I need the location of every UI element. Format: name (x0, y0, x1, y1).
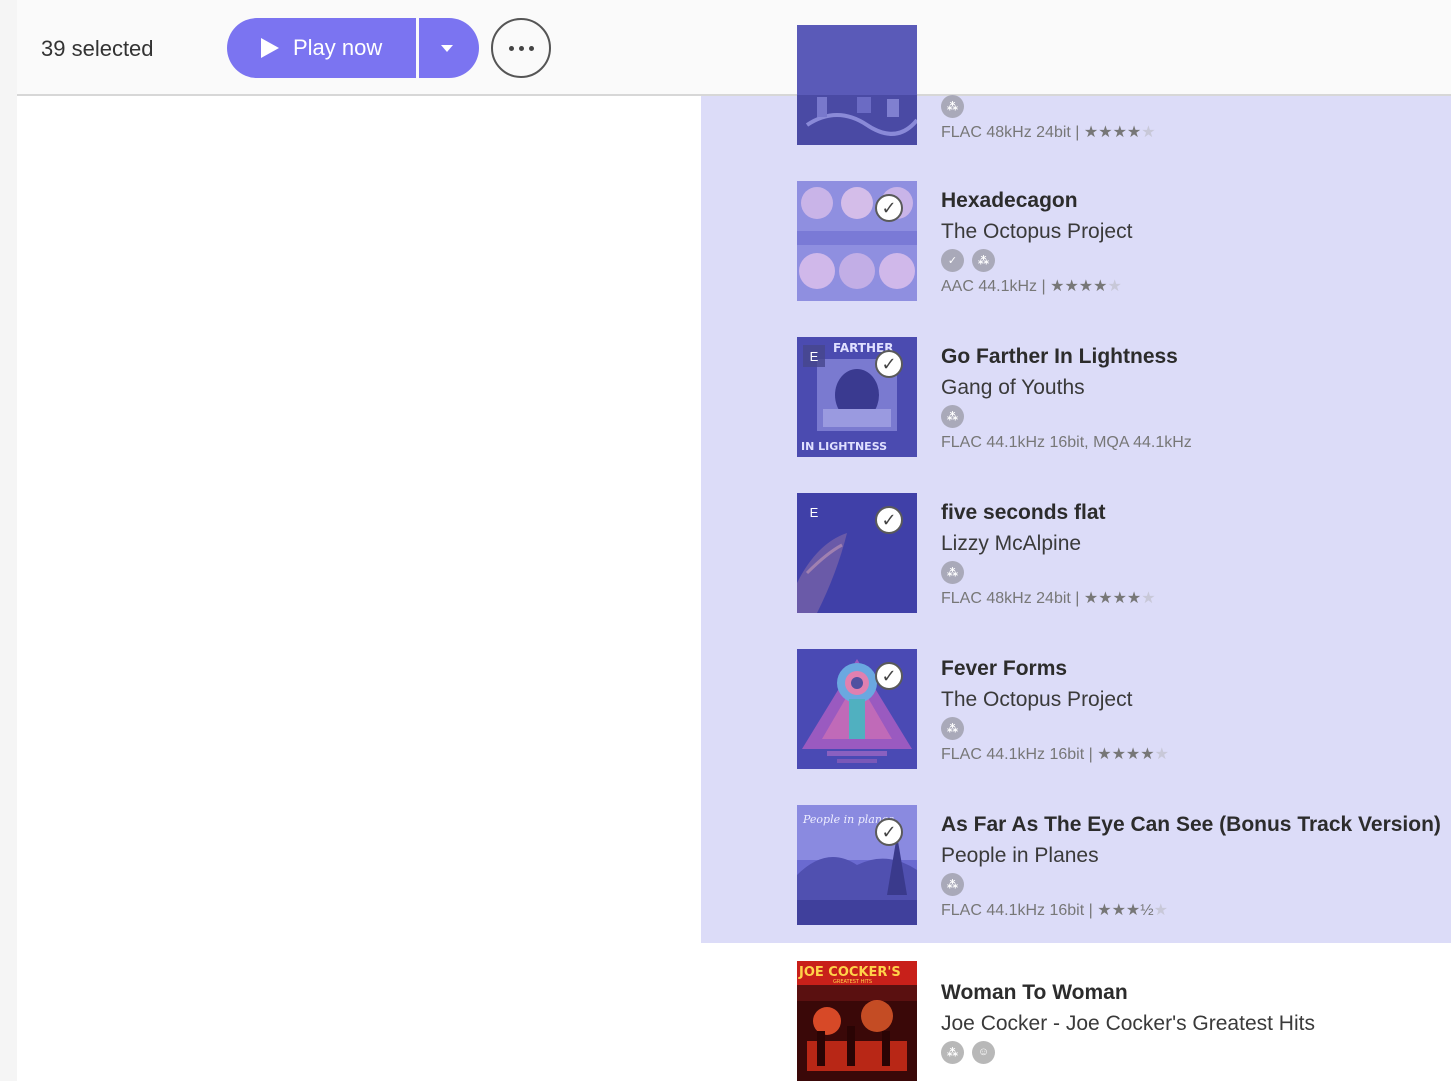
selected-check-icon[interactable]: ✓ (875, 818, 903, 846)
more-dots-icon (528, 45, 534, 51)
album-row[interactable]: JOE COCKER'S GREATEST HITS Woman To Woma… (797, 961, 1447, 1081)
album-row[interactable]: ⁂ FLAC 48kHz 24bit | ★★★★★ (797, 25, 1447, 145)
more-dots-icon (518, 45, 524, 51)
source-icons: ✓ ⁂ (941, 247, 1441, 273)
album-row[interactable]: FARTHER IN LIGHTNESS E ✓ Go Farther In L… (797, 337, 1447, 457)
cover-text-bottom: IN LIGHTNESS (801, 440, 887, 453)
album-row[interactable]: People in planes ✓ As Far As The Eye Can… (797, 805, 1447, 925)
source-icons: ⁂ (941, 715, 1441, 741)
tidal-icon: ⁂ (941, 1040, 964, 1064)
tidal-icon: ⁂ (941, 94, 964, 118)
source-icons: ⁂ ☺ (941, 1039, 1441, 1065)
album-info: five seconds flat Lizzy McAlpine ⁂ FLAC … (941, 497, 1441, 613)
album-title[interactable]: five seconds flat (941, 497, 1441, 528)
album-cover[interactable]: E ✓ (797, 493, 917, 613)
album-cover[interactable]: People in planes ✓ (797, 805, 917, 925)
cover-text: JOE COCKER'S (798, 965, 901, 980)
album-row[interactable]: E ✓ five seconds flat Lizzy McAlpine ⁂ F… (797, 493, 1447, 613)
album-cover[interactable] (797, 25, 917, 145)
album-art (797, 25, 917, 145)
album-row[interactable]: ✓ Fever Forms The Octopus Project ⁂ FLAC… (797, 649, 1447, 769)
selected-check-icon[interactable]: ✓ (875, 506, 903, 534)
source-icons: ⁂ (941, 93, 1441, 119)
album-format: FLAC 44.1kHz 16bit, MQA 44.1kHz (941, 434, 1192, 451)
rating-stars[interactable]: ★★★★★ (1097, 746, 1169, 763)
tidal-icon: ⁂ (972, 248, 995, 272)
format-text: AAC 44.1kHz | (941, 278, 1046, 295)
album-row[interactable]: ✓ Hexadecagon The Octopus Project ✓ ⁂ AA… (797, 181, 1447, 301)
album-artist[interactable]: Lizzy McAlpine (941, 528, 1441, 559)
explicit-icon: E (809, 504, 819, 520)
album-artist[interactable]: People in Planes (941, 840, 1441, 871)
album-info: As Far As The Eye Can See (Bonus Track V… (941, 809, 1441, 925)
album-info: Hexadecagon The Octopus Project ✓ ⁂ AAC … (941, 185, 1441, 301)
album-cover[interactable]: ✓ (797, 649, 917, 769)
left-gutter (0, 0, 17, 1081)
more-dots-icon (508, 45, 514, 51)
source-icons: ⁂ (941, 559, 1441, 585)
tidal-icon: ⁂ (941, 872, 964, 896)
check-icon: ✓ (941, 248, 964, 272)
more-options-button[interactable] (491, 18, 551, 78)
selected-check-icon[interactable]: ✓ (875, 662, 903, 690)
album-info: Fever Forms The Octopus Project ⁂ FLAC 4… (941, 653, 1441, 769)
album-artist[interactable]: Gang of Youths (941, 372, 1441, 403)
rating-stars[interactable]: ★★★★★ (1084, 590, 1156, 607)
album-title[interactable]: Woman To Woman (941, 977, 1441, 1008)
album-format: FLAC 48kHz 24bit | ★★★★★ (941, 585, 1441, 613)
album-title[interactable]: As Far As The Eye Can See (Bonus Track V… (941, 809, 1441, 840)
source-icons: ⁂ (941, 871, 1441, 897)
album-format: FLAC 48kHz 24bit | ★★★★★ (941, 119, 1441, 147)
album-format: FLAC 44.1kHz 16bit | ★★★½★ (941, 897, 1441, 925)
album-title[interactable]: Fever Forms (941, 653, 1441, 684)
album-format: AAC 44.1kHz | ★★★★★ (941, 273, 1441, 301)
album-art: JOE COCKER'S GREATEST HITS (797, 961, 917, 1081)
play-now-button[interactable]: Play now (227, 18, 416, 78)
album-artist[interactable]: The Octopus Project (941, 216, 1441, 247)
format-text: FLAC 48kHz 24bit | (941, 124, 1080, 141)
play-icon (261, 38, 279, 58)
tidal-icon: ⁂ (941, 716, 964, 740)
rating-stars[interactable]: ★★★★★ (1084, 124, 1156, 141)
album-artist[interactable]: The Octopus Project (941, 684, 1441, 715)
cover-subtext: GREATEST HITS (833, 979, 872, 985)
tidal-icon: ⁂ (941, 404, 964, 428)
format-text: FLAC 44.1kHz 16bit | (941, 902, 1093, 919)
source-icons: ⁂ (941, 403, 1441, 429)
explicit-icon: E (803, 345, 825, 367)
album-info: Woman To Woman Joe Cocker - Joe Cocker's… (941, 977, 1441, 1065)
album-info: Go Farther In Lightness Gang of Youths ⁂… (941, 341, 1441, 457)
tidal-icon: ⁂ (941, 560, 964, 584)
play-options-dropdown[interactable] (419, 18, 479, 78)
selected-count: 39 selected (41, 36, 154, 61)
album-title[interactable]: Hexadecagon (941, 185, 1441, 216)
rating-stars[interactable]: ★★★★★ (1050, 278, 1122, 295)
album-cover[interactable]: FARTHER IN LIGHTNESS E ✓ (797, 337, 917, 457)
album-cover[interactable]: JOE COCKER'S GREATEST HITS (797, 961, 917, 1081)
album-cover[interactable]: ✓ (797, 181, 917, 301)
play-now-label: Play now (293, 35, 383, 60)
album-title[interactable]: Go Farther In Lightness (941, 341, 1441, 372)
album-info: ⁂ FLAC 48kHz 24bit | ★★★★★ (941, 93, 1441, 147)
album-artist[interactable]: Joe Cocker - Joe Cocker's Greatest Hits (941, 1008, 1441, 1039)
format-text: FLAC 48kHz 24bit | (941, 590, 1080, 607)
selected-check-icon[interactable]: ✓ (875, 194, 903, 222)
chevron-down-icon (441, 44, 453, 52)
rating-stars[interactable]: ★★★½★ (1097, 902, 1168, 919)
album-format: FLAC 44.1kHz 16bit | ★★★★★ (941, 741, 1441, 769)
format-text: FLAC 44.1kHz 16bit | (941, 746, 1093, 763)
people-icon: ☺ (972, 1040, 995, 1064)
selected-check-icon[interactable]: ✓ (875, 350, 903, 378)
